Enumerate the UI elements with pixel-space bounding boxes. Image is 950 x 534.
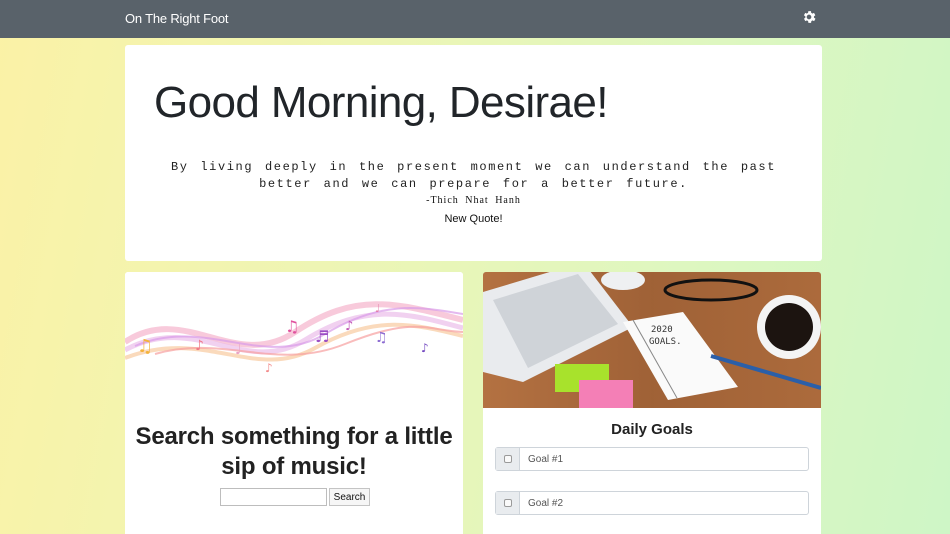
goal-checkbox-2[interactable] (503, 499, 512, 507)
new-quote-button[interactable]: New Quote! (125, 213, 822, 225)
svg-text:♩: ♩ (375, 302, 380, 315)
svg-text:♪: ♪ (195, 338, 204, 354)
svg-text:♫: ♫ (285, 317, 299, 336)
svg-text:2020: 2020 (651, 325, 673, 335)
greeting-heading: Good Morning, Desirae! (154, 78, 609, 127)
svg-text:♬: ♬ (315, 327, 329, 346)
search-button[interactable]: Search (329, 488, 370, 506)
svg-text:♪: ♪ (345, 319, 353, 334)
goal-checkbox-wrapper (496, 448, 520, 470)
quote-author: -Thich Nhat Hanh (426, 195, 521, 206)
svg-text:♫: ♫ (375, 330, 388, 346)
svg-text:♫: ♫ (137, 336, 153, 357)
svg-text:♩: ♩ (235, 342, 242, 358)
goal-input-2[interactable]: Goal #2 (520, 492, 808, 514)
top-navbar: On The Right Foot (0, 0, 950, 38)
goal-checkbox-wrapper (496, 492, 520, 514)
goal-input-1[interactable]: Goal #1 (520, 448, 808, 470)
music-notes-banner: ♫ ♪ ♩ ♫ ♬ ♪ ♫ ♪ ♪ ♩ (125, 272, 463, 408)
svg-text:♪: ♪ (421, 341, 429, 355)
music-search-title: Search something for a little sip of mus… (135, 423, 453, 480)
music-search-input[interactable] (220, 488, 327, 506)
greeting-card: Good Morning, Desirae! By living deeply … (125, 45, 822, 261)
daily-goals-card: 2020 GOALS. Daily Goals Goal #1 Goal #2 (483, 272, 821, 534)
brand-title[interactable]: On The Right Foot (125, 11, 229, 26)
goal-row-1: Goal #1 (495, 447, 809, 471)
quote-text: By living deeply in the present moment w… (170, 160, 777, 191)
music-search-card: ♫ ♪ ♩ ♫ ♬ ♪ ♫ ♪ ♪ ♩ Search something for… (125, 272, 463, 534)
svg-text:♪: ♪ (265, 361, 273, 375)
gear-icon[interactable] (801, 9, 817, 25)
desk-2020-goals-photo: 2020 GOALS. (483, 272, 821, 408)
goal-checkbox-1[interactable] (503, 455, 512, 463)
svg-text:GOALS.: GOALS. (649, 337, 682, 347)
daily-goals-title: Daily Goals (611, 421, 693, 438)
goal-row-2: Goal #2 (495, 491, 809, 515)
